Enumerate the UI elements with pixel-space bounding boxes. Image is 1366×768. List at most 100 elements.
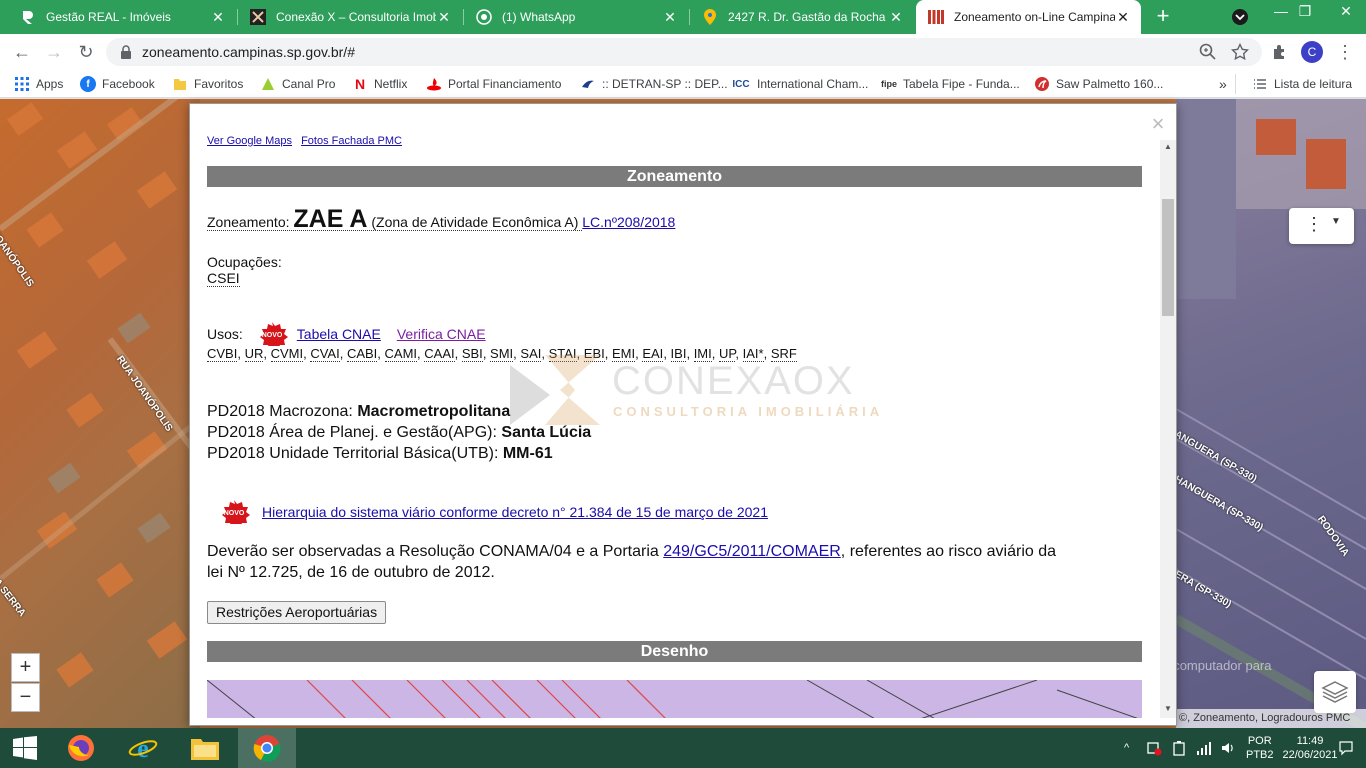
bookmark-portal-financiamento[interactable]: Portal Financiamento bbox=[426, 74, 561, 94]
dialog-close-button[interactable]: × bbox=[1148, 113, 1168, 135]
dialog-content: Ver Google Maps Fotos Fachada PMC Zoneam… bbox=[207, 135, 1142, 718]
utb-label: PD2018 Unidade Territorial Básica(UTB): bbox=[207, 445, 499, 462]
forward-icon[interactable]: → bbox=[42, 40, 66, 64]
volume-icon[interactable] bbox=[1220, 728, 1236, 768]
facebook-icon: f bbox=[80, 76, 96, 92]
saw-palmetto-icon bbox=[1034, 76, 1050, 92]
map-options-menu[interactable]: ⋮ ▼ bbox=[1289, 208, 1354, 244]
uso-code: IMI bbox=[693, 346, 712, 362]
notifications-icon[interactable] bbox=[1338, 728, 1354, 768]
profile-avatar[interactable]: C bbox=[1301, 41, 1323, 63]
scroll-up-arrow-icon[interactable]: ▲ bbox=[1162, 141, 1174, 153]
new-tab-button[interactable]: + bbox=[1150, 5, 1176, 29]
window-close-icon[interactable]: ✕ bbox=[1326, 0, 1366, 30]
santander-icon bbox=[426, 76, 442, 92]
svg-text:NOVO: NOVO bbox=[261, 332, 282, 339]
bookmarks-overflow-icon[interactable]: » bbox=[1219, 74, 1227, 94]
map-attribution: ©, Zoneamento, Logradouros PMC bbox=[1176, 709, 1366, 728]
close-icon[interactable]: ✕ bbox=[1115, 9, 1131, 25]
folder-icon bbox=[172, 76, 188, 92]
scrollbar-thumb[interactable] bbox=[1162, 199, 1174, 316]
battery-icon[interactable] bbox=[1172, 728, 1186, 768]
tab-whatsapp[interactable]: (1) WhatsApp ✕ bbox=[464, 0, 688, 34]
google-maps-link[interactable]: Ver Google Maps bbox=[207, 135, 292, 147]
file-explorer-taskbar-icon[interactable] bbox=[176, 728, 234, 768]
zoom-out-button[interactable]: − bbox=[11, 683, 40, 712]
address-bar[interactable]: zoneamento.campinas.sp.gov.br/# bbox=[106, 38, 1262, 66]
macrozona-value: Macrometropolitana bbox=[357, 403, 511, 420]
bookmark-star-icon[interactable] bbox=[1230, 42, 1250, 61]
bookmark-detran[interactable]: :: DETRAN-SP :: DEP... bbox=[580, 74, 728, 94]
chrome-menu-icon[interactable]: ⋮ bbox=[1336, 41, 1354, 63]
scroll-down-arrow-icon[interactable]: ▼ bbox=[1162, 703, 1174, 715]
bookmark-label: Saw Palmetto 160... bbox=[1056, 77, 1164, 91]
detran-icon bbox=[580, 76, 596, 92]
tab-google-maps[interactable]: 2427 R. Dr. Gastão da Rocha L ✕ bbox=[690, 0, 914, 34]
macrozona-row: PD2018 Macrozona: Macrometropolitana bbox=[207, 403, 510, 421]
zoneamento-row: Zoneamento: ZAE A (Zona de Atividade Eco… bbox=[207, 205, 675, 234]
extensions-puzzle-icon[interactable] bbox=[1271, 43, 1289, 61]
bookmark-label: Tabela Fipe - Funda... bbox=[903, 77, 1020, 91]
hierarquia-viario-link[interactable]: Hierarquia do sistema viário conforme de… bbox=[262, 504, 768, 520]
close-icon[interactable]: ✕ bbox=[436, 9, 452, 25]
language-code: POR bbox=[1247, 735, 1272, 747]
caret-down-icon: ▼ bbox=[1331, 216, 1341, 227]
reading-list-button[interactable]: Lista de leitura bbox=[1235, 74, 1352, 94]
bookmark-label: International Cham... bbox=[757, 77, 869, 91]
fotos-fachada-link[interactable]: Fotos Fachada PMC bbox=[301, 135, 402, 147]
maps-pin-icon bbox=[702, 9, 718, 25]
bookmark-fipe[interactable]: fipe Tabela Fipe - Funda... bbox=[881, 74, 1020, 94]
zoom-in-button[interactable]: + bbox=[11, 653, 40, 682]
bookmark-saw-palmetto[interactable]: Saw Palmetto 160... bbox=[1034, 74, 1163, 94]
satellite-tiles-left bbox=[0, 99, 200, 728]
bookmark-favoritos[interactable]: Favoritos bbox=[172, 74, 243, 94]
tab-gestao-real[interactable]: Gestão REAL - Imóveis ✕ bbox=[8, 0, 236, 34]
tray-show-hidden-icon[interactable]: ^ bbox=[1124, 728, 1129, 768]
portaria-comaer-link[interactable]: 249/GC5/2011/COMAER bbox=[663, 543, 841, 560]
ie-taskbar-icon[interactable]: e bbox=[114, 728, 172, 768]
novo-badge-icon: NOVO bbox=[253, 322, 291, 350]
restricoes-aeroportuarias-button[interactable]: Restrições Aeroportuárias bbox=[207, 601, 387, 624]
close-icon[interactable]: ✕ bbox=[888, 9, 904, 25]
svg-text:NOVO: NOVO bbox=[224, 510, 245, 517]
uso-code: EBI bbox=[583, 346, 605, 362]
zoom-icon[interactable] bbox=[1199, 43, 1217, 61]
verifica-cnae-link[interactable]: Verifica CNAE bbox=[397, 326, 486, 342]
zone-law-link[interactable]: LC.nº208/2018 bbox=[582, 214, 675, 230]
start-button[interactable] bbox=[0, 728, 50, 768]
security-alert-icon[interactable] bbox=[1146, 728, 1162, 768]
uso-code: SMI bbox=[490, 346, 514, 362]
clock-time: 11:49 bbox=[1296, 735, 1324, 747]
bookmark-canal-pro[interactable]: Canal Pro bbox=[260, 74, 335, 94]
tab-zoneamento[interactable]: Zoneamento on-Line Campina ✕ bbox=[916, 0, 1141, 34]
tab-search-icon[interactable] bbox=[1230, 8, 1250, 26]
clock[interactable]: 11:49 22/06/2021 bbox=[1282, 728, 1337, 768]
close-icon[interactable]: ✕ bbox=[662, 9, 678, 25]
netflix-icon: N bbox=[354, 76, 366, 92]
svg-text:e: e bbox=[137, 734, 149, 763]
chrome-taskbar-icon[interactable] bbox=[238, 728, 296, 768]
tabela-cnae-link[interactable]: Tabela CNAE bbox=[297, 326, 381, 342]
reload-icon[interactable]: ↻ bbox=[74, 40, 98, 64]
desenho-drawing[interactable] bbox=[207, 680, 1142, 718]
bookmark-facebook[interactable]: f Facebook bbox=[80, 74, 155, 94]
firefox-taskbar-icon[interactable] bbox=[52, 728, 110, 768]
restore-icon[interactable]: ❐ bbox=[1290, 0, 1320, 30]
language-indicator[interactable]: POR PTB2 bbox=[1246, 728, 1274, 768]
back-icon[interactable]: ← bbox=[10, 40, 34, 64]
tab-conexao-x[interactable]: Conexão X – Consultoria Imob ✕ bbox=[238, 0, 462, 34]
more-vert-icon: ⋮ bbox=[1305, 214, 1323, 234]
hierarquia-row: NOVO Hierarquia do sistema viário confor… bbox=[215, 500, 768, 528]
tab-title: Conexão X – Consultoria Imob bbox=[276, 10, 436, 24]
close-icon[interactable]: ✕ bbox=[210, 9, 226, 25]
bookmark-apps[interactable]: Apps bbox=[14, 74, 63, 94]
bookmark-netflix[interactable]: N Netflix bbox=[352, 74, 407, 94]
bookmark-icc[interactable]: ICC International Cham... bbox=[731, 74, 868, 94]
network-icon[interactable] bbox=[1196, 728, 1212, 768]
keyboard-layout: PTB2 bbox=[1246, 749, 1274, 761]
layers-button[interactable] bbox=[1314, 671, 1356, 713]
uso-code: EMI bbox=[611, 346, 636, 362]
usos-row: Usos: NOVO Tabela CNAE Verifica CNAE bbox=[207, 322, 486, 350]
conama-line2: lei Nº 12.725, de 16 de outubro de 2012. bbox=[207, 564, 495, 581]
section-header-desenho: Desenho bbox=[207, 641, 1142, 662]
